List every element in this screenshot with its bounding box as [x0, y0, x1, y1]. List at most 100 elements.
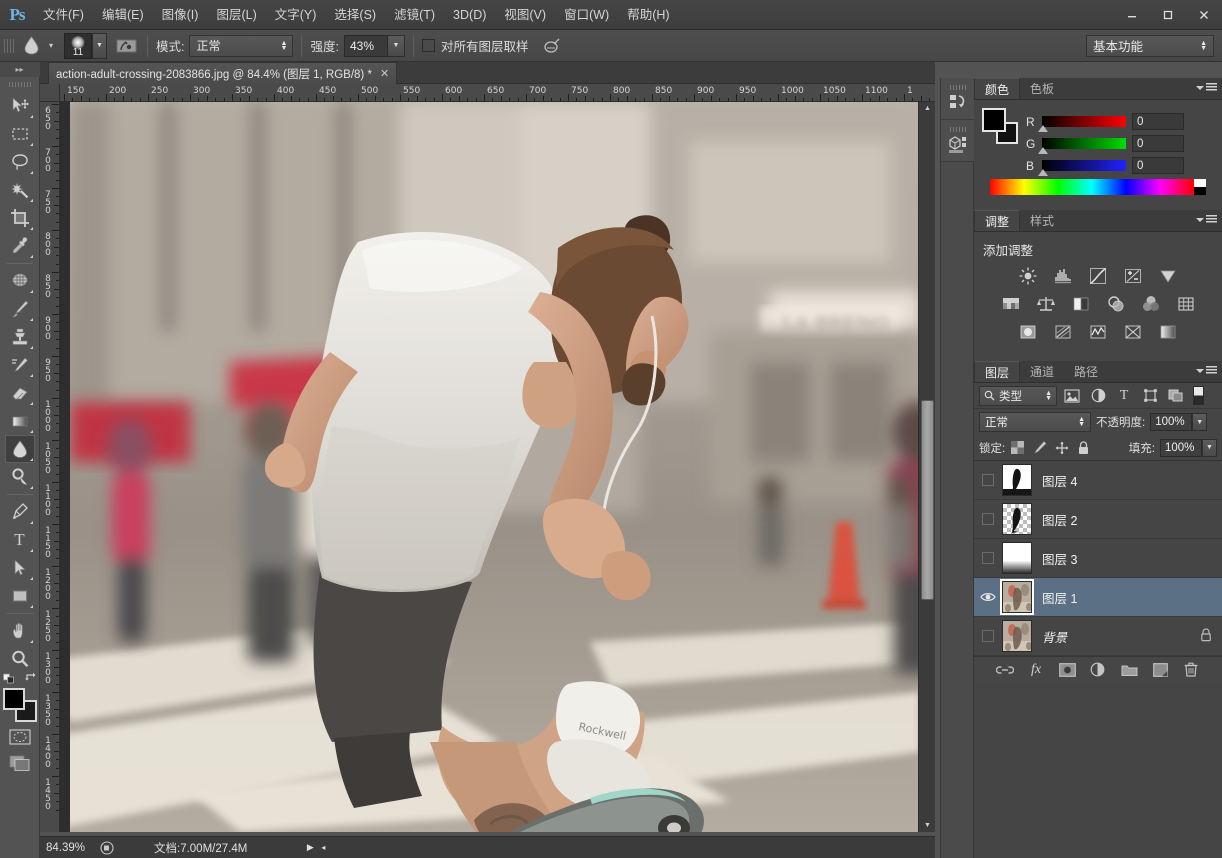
photo-filter-icon[interactable]	[1103, 293, 1129, 315]
selective-color-icon[interactable]	[1155, 321, 1181, 343]
eyedropper-tool[interactable]	[5, 232, 35, 260]
history-brush-tool[interactable]	[5, 351, 35, 379]
slider-knob-r[interactable]	[1038, 125, 1048, 132]
pressure-size-icon[interactable]	[539, 34, 565, 58]
new-layer-icon[interactable]	[1151, 661, 1169, 679]
new-adjustment-layer-icon[interactable]	[1089, 661, 1107, 679]
new-group-icon[interactable]	[1120, 661, 1138, 679]
slider-knob-b[interactable]	[1038, 169, 1048, 176]
filter-smart-object-icon[interactable]	[1165, 386, 1187, 406]
document-tab-close-icon[interactable]: ✕	[380, 67, 389, 80]
menu-3d[interactable]: 3D(D)	[444, 0, 495, 30]
vertical-ruler[interactable]: 6507007508008509009501000105011001150120…	[40, 102, 60, 832]
layer-filter-kind-select[interactable]: 类型 ▲▼	[979, 386, 1057, 406]
filter-type-icon[interactable]: T	[1113, 386, 1135, 406]
vibrance-icon[interactable]	[1155, 265, 1181, 287]
tab-adjustments[interactable]: 调整	[974, 210, 1020, 231]
filter-adjustment-icon[interactable]	[1087, 386, 1109, 406]
blur-tool[interactable]	[5, 435, 35, 463]
color-panel-swatches[interactable]	[982, 108, 1018, 144]
layer-visibility-toggle[interactable]	[974, 500, 1002, 539]
menu-image[interactable]: 图像(I)	[153, 0, 208, 30]
brush-preset-chevron-icon[interactable]: ▼	[92, 33, 107, 59]
layer-row[interactable]: 图层 4	[974, 461, 1222, 500]
adjustments-panel-menu-icon[interactable]	[1196, 215, 1217, 224]
lock-position-icon[interactable]	[1054, 440, 1069, 456]
slider-track-g[interactable]	[1042, 138, 1126, 149]
default-colors-icon[interactable]	[3, 671, 16, 687]
tool-preset-chevron-icon[interactable]: ▾	[44, 35, 58, 57]
pen-tool[interactable]	[5, 498, 35, 526]
spot-healing-tool[interactable]	[5, 267, 35, 295]
black-white-icon[interactable]	[1068, 293, 1094, 315]
color-panel-foreground-swatch[interactable]	[982, 108, 1006, 132]
link-layers-icon[interactable]	[996, 661, 1014, 679]
swap-colors-icon[interactable]	[24, 671, 37, 687]
lock-all-icon[interactable]	[1076, 440, 1091, 456]
slider-value-b[interactable]: 0	[1132, 157, 1184, 174]
channel-mixer-icon[interactable]	[1138, 293, 1164, 315]
path-selection-tool[interactable]	[5, 554, 35, 582]
spectrum-white-black[interactable]	[1194, 179, 1206, 195]
posterize-icon[interactable]	[1050, 321, 1076, 343]
scroll-up-icon[interactable]: ▲	[924, 105, 931, 112]
opacity-input[interactable]: 100%	[1150, 413, 1192, 431]
document-tab[interactable]: action-adult-crossing-2083866.jpg @ 84.4…	[48, 62, 397, 84]
color-swatches[interactable]	[3, 688, 37, 722]
color-balance-icon[interactable]	[1033, 293, 1059, 315]
layer-row[interactable]: 背景	[974, 617, 1222, 656]
quick-mask-button[interactable]	[6, 726, 34, 748]
layers-panel-menu-icon[interactable]	[1196, 366, 1217, 375]
mini-bridge-panel-icon[interactable]	[941, 120, 975, 162]
eraser-tool[interactable]	[5, 379, 35, 407]
color-lookup-icon[interactable]	[1173, 293, 1199, 315]
layer-visibility-eye-icon[interactable]	[974, 578, 1002, 617]
menu-edit[interactable]: 编辑(E)	[93, 0, 153, 30]
marquee-tool[interactable]	[5, 120, 35, 148]
menu-file[interactable]: 文件(F)	[34, 0, 93, 30]
tab-layers[interactable]: 图层	[974, 361, 1020, 382]
menu-window[interactable]: 窗口(W)	[555, 0, 618, 30]
tab-channels[interactable]: 通道	[1020, 361, 1064, 382]
zoom-tool[interactable]	[5, 645, 35, 673]
color-panel-menu-icon[interactable]	[1196, 83, 1217, 92]
scroll-down-icon[interactable]: ▼	[924, 822, 931, 829]
gradient-map-icon[interactable]	[1120, 321, 1146, 343]
zoom-level[interactable]: 84.39%	[40, 842, 98, 854]
levels-icon[interactable]	[1050, 265, 1076, 287]
canvas-area[interactable]: LA BRENO	[60, 102, 935, 832]
history-panel-icon[interactable]	[941, 78, 975, 120]
menu-filter[interactable]: 滤镜(T)	[385, 0, 444, 30]
filter-pixel-icon[interactable]	[1061, 386, 1083, 406]
airbrush-toggle-icon[interactable]	[113, 34, 139, 58]
toolbar-grip[interactable]	[9, 80, 31, 89]
slider-track-b[interactable]	[1042, 160, 1126, 171]
status-document-icon[interactable]	[98, 841, 116, 855]
menu-type[interactable]: 文字(Y)	[266, 0, 326, 30]
slider-knob-g[interactable]	[1038, 147, 1048, 154]
spectrum-ramp[interactable]	[990, 179, 1194, 195]
crop-tool[interactable]	[5, 204, 35, 232]
menu-help[interactable]: 帮助(H)	[618, 0, 678, 30]
clone-stamp-tool[interactable]	[5, 323, 35, 351]
opacity-chevron-icon[interactable]: ▼	[1192, 413, 1207, 431]
type-tool[interactable]: T	[5, 526, 35, 554]
blur-droplet-icon[interactable]	[18, 34, 44, 58]
tab-swatches[interactable]: 色板	[1020, 78, 1064, 99]
horizontal-ruler[interactable]: 1502002503003504004505005506006507007508…	[60, 84, 935, 102]
layer-row[interactable]: 图层 3	[974, 539, 1222, 578]
add-layer-mask-icon[interactable]	[1058, 661, 1076, 679]
blend-mode-select[interactable]: 正常 ▲▼	[189, 35, 293, 57]
document-image[interactable]: LA BRENO	[70, 102, 920, 832]
options-bar-grip[interactable]	[4, 35, 14, 57]
layer-visibility-toggle[interactable]	[974, 617, 1002, 656]
color-spectrum-bar[interactable]	[990, 179, 1206, 195]
maximize-button[interactable]	[1150, 0, 1186, 30]
layer-row[interactable]: 图层 1	[974, 578, 1222, 617]
invert-icon[interactable]	[1015, 321, 1041, 343]
slider-value-r[interactable]: 0	[1132, 113, 1184, 130]
panel-grip-2[interactable]	[950, 127, 966, 132]
status-play-icon[interactable]: ▶	[303, 842, 317, 853]
layer-blend-mode-select[interactable]: 正常 ▲▼	[979, 412, 1091, 432]
layer-thumbnail[interactable]	[1002, 620, 1032, 652]
